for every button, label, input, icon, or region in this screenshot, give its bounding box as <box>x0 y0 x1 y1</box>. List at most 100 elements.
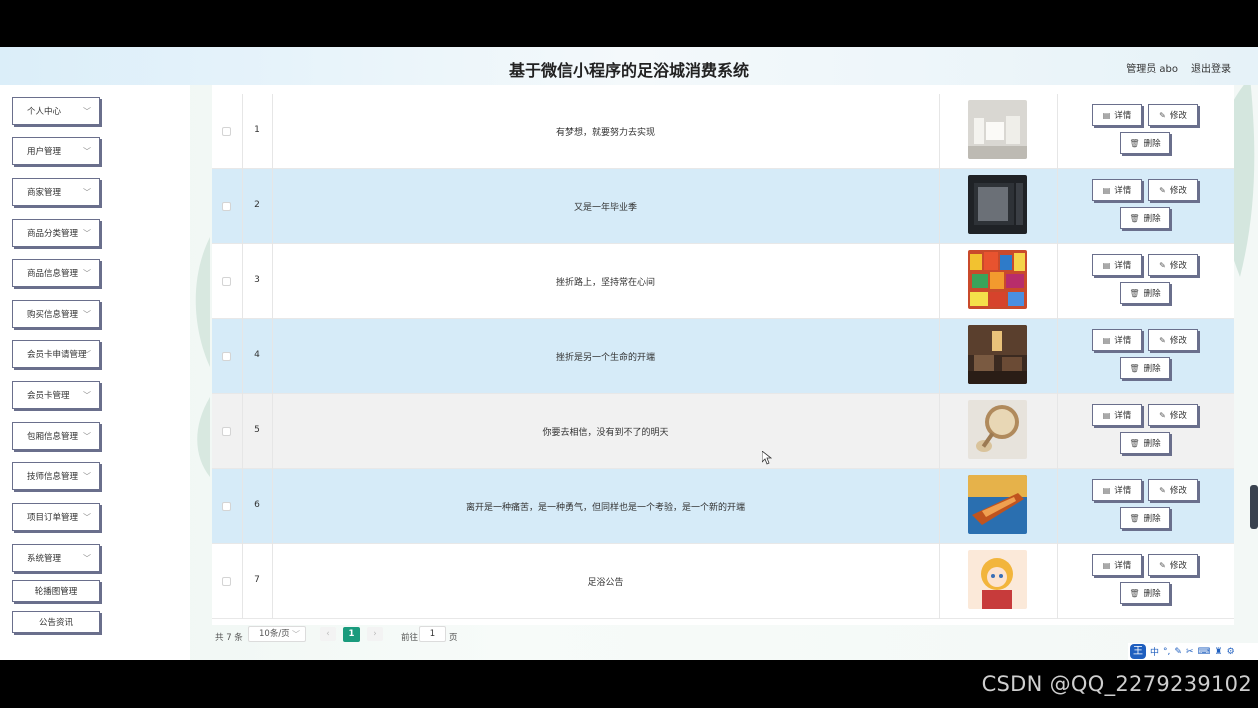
pen-icon[interactable]: ✎ <box>1174 647 1182 657</box>
edit-button[interactable]: ✎ 修改 <box>1148 329 1198 351</box>
row-title: 挫折是另一个生命的开端 <box>555 353 655 363</box>
scissors-icon[interactable]: ✂ <box>1186 647 1194 657</box>
ime-toolbar[interactable]: 王 中 °, ✎ ✂ ⌨ ♜ ⚙ <box>1128 643 1258 660</box>
sidebar-item-label: 轮播图管理 <box>34 587 78 597</box>
watermark-text: CSDN @QQ_2279239102 <box>981 672 1252 696</box>
button-label: 详情 <box>1114 486 1132 496</box>
detail-button[interactable]: ▤ 详情 <box>1092 404 1142 426</box>
detail-button[interactable]: ▤ 详情 <box>1092 479 1142 501</box>
detail-button[interactable]: ▤ 详情 <box>1092 104 1142 126</box>
scrollbar[interactable] <box>1250 485 1258 529</box>
button-label: 删除 <box>1143 139 1161 149</box>
button-label: 删除 <box>1143 439 1161 449</box>
leaf-decoration-icon <box>195 237 210 477</box>
sidebar-item-label: 商品分类管理 <box>27 229 79 239</box>
row-checkbox[interactable] <box>222 202 231 211</box>
table-row: 2 又是一年毕业季 ▤ 详情 ✎ 修改 🗑 删除 <box>212 169 1234 244</box>
sidebar-item-label: 商品信息管理 <box>27 269 79 279</box>
sidebar-item-purchases[interactable]: 购买信息管理 ﹀ <box>12 300 100 328</box>
edit-button[interactable]: ✎ 修改 <box>1148 554 1198 576</box>
sidebar-item-project-orders[interactable]: 项目订单管理 ﹀ <box>12 503 100 531</box>
row-title: 又是一年毕业季 <box>573 203 637 213</box>
row-checkbox[interactable] <box>222 427 231 436</box>
column-divider <box>1057 244 1058 319</box>
sidebar-item-users[interactable]: 用户管理 ﹀ <box>12 137 100 165</box>
pagination: 共 7 条 10条/页 ﹀ ‹ 1 › 前往 1 页 <box>212 625 1234 647</box>
detail-button[interactable]: ▤ 详情 <box>1092 254 1142 276</box>
delete-button[interactable]: 🗑 删除 <box>1120 132 1170 154</box>
sidebar-item-product-categories[interactable]: 商品分类管理 ﹀ <box>12 219 100 247</box>
chevron-left-icon: ‹ <box>326 629 330 639</box>
prev-page-button[interactable]: ‹ <box>320 627 336 641</box>
pencil-icon: ✎ <box>1159 185 1166 195</box>
sidebar-item-carousel[interactable]: 轮播图管理 <box>12 580 100 602</box>
button-label: 详情 <box>1114 261 1132 271</box>
table-row: 1 有梦想，就要努力去实现 ▤ 详情 ✎ 修改 🗑 删除 <box>212 94 1234 169</box>
column-divider <box>939 94 940 169</box>
document-icon: ▤ <box>1102 335 1111 345</box>
column-divider <box>939 244 940 319</box>
column-divider <box>1057 544 1058 619</box>
edit-button[interactable]: ✎ 修改 <box>1148 479 1198 501</box>
detail-button[interactable]: ▤ 详情 <box>1092 554 1142 576</box>
gear-icon[interactable]: ⚙ <box>1227 647 1235 657</box>
row-index: 1 <box>254 125 260 135</box>
sidebar-item-membership-cards[interactable]: 会员卡管理 ﹀ <box>12 381 100 409</box>
document-icon: ▤ <box>1102 410 1111 420</box>
shirt-icon[interactable]: ♜ <box>1214 647 1222 657</box>
logout-link[interactable]: 退出登录 <box>1191 60 1231 75</box>
button-label: 修改 <box>1169 261 1187 271</box>
page-unit-label: 页 <box>449 633 458 643</box>
row-index: 5 <box>254 425 260 435</box>
row-checkbox[interactable] <box>222 277 231 286</box>
sidebar-item-technicians[interactable]: 技师信息管理 ﹀ <box>12 462 100 490</box>
column-divider <box>939 319 940 394</box>
sidebar-item-personal-center[interactable]: 个人中心 ﹀ <box>12 97 100 125</box>
chevron-down-icon: ﹀ <box>83 229 91 238</box>
delete-button[interactable]: 🗑 删除 <box>1120 432 1170 454</box>
edit-button[interactable]: ✎ 修改 <box>1148 404 1198 426</box>
delete-button[interactable]: 🗑 删除 <box>1120 582 1170 604</box>
thumbnail-living-room <box>968 325 1027 384</box>
table-row: 7 足浴公告 ▤ 详情 ✎ 修改 🗑 删除 <box>212 544 1234 619</box>
sidebar-item-announcements[interactable]: 公告资讯 <box>12 611 100 633</box>
row-checkbox[interactable] <box>222 127 231 136</box>
detail-button[interactable]: ▤ 详情 <box>1092 329 1142 351</box>
next-page-button[interactable]: › <box>367 627 383 641</box>
button-label: 详情 <box>1114 111 1132 121</box>
delete-button[interactable]: 🗑 删除 <box>1120 207 1170 229</box>
pencil-icon: ✎ <box>1159 410 1166 420</box>
detail-button[interactable]: ▤ 详情 <box>1092 179 1142 201</box>
delete-button[interactable]: 🗑 删除 <box>1120 357 1170 379</box>
sidebar-item-merchants[interactable]: 商家管理 ﹀ <box>12 178 100 206</box>
pencil-icon: ✎ <box>1159 335 1166 345</box>
keyboard-icon[interactable]: ⌨ <box>1197 647 1210 657</box>
current-page-button[interactable]: 1 <box>343 627 360 642</box>
punctuation-icon[interactable]: °, <box>1163 647 1170 657</box>
delete-button[interactable]: 🗑 删除 <box>1120 282 1170 304</box>
delete-button[interactable]: 🗑 删除 <box>1120 507 1170 529</box>
thumbnail-snacks <box>968 250 1027 309</box>
row-checkbox[interactable] <box>222 577 231 586</box>
edit-button[interactable]: ✎ 修改 <box>1148 254 1198 276</box>
row-title: 你要去相信，没有到不了的明天 <box>542 428 669 438</box>
edit-button[interactable]: ✎ 修改 <box>1148 104 1198 126</box>
sidebar-item-private-rooms[interactable]: 包厢信息管理 ﹀ <box>12 422 100 450</box>
sidebar-item-membership-applications[interactable]: 会员卡申请管理 ﹀ <box>12 340 100 368</box>
sidebar-item-product-info[interactable]: 商品信息管理 ﹀ <box>12 259 100 287</box>
trash-icon: 🗑 <box>1129 288 1140 298</box>
row-checkbox[interactable] <box>222 352 231 361</box>
edit-button[interactable]: ✎ 修改 <box>1148 179 1198 201</box>
column-divider <box>939 394 940 469</box>
goto-page-input[interactable]: 1 <box>419 626 446 642</box>
document-icon: ▤ <box>1102 485 1111 495</box>
button-label: 修改 <box>1169 186 1187 196</box>
column-divider <box>939 169 940 244</box>
table-row: 3 挫折路上，坚持常在心间 ▤ 详情 ✎ 修改 🗑 删除 <box>212 244 1234 319</box>
page-size-select[interactable]: 10条/页 ﹀ <box>248 626 306 642</box>
ime-mode[interactable]: 中 <box>1150 645 1159 658</box>
sidebar-item-system[interactable]: 系统管理 ﹀ <box>12 544 100 572</box>
row-title: 挫折路上，坚持常在心间 <box>555 278 655 288</box>
button-label: 详情 <box>1114 561 1132 571</box>
row-checkbox[interactable] <box>222 502 231 511</box>
